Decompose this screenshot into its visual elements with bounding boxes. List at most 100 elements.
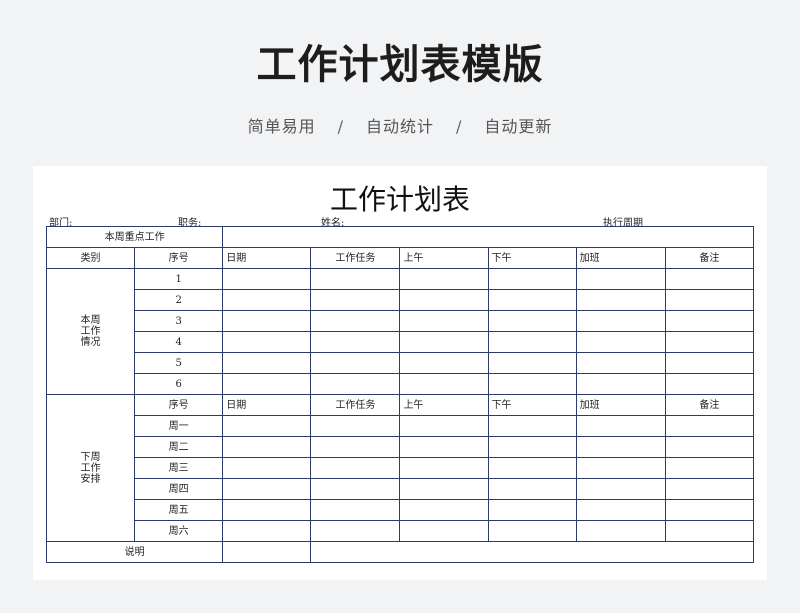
notes-row: 说明 <box>45 541 754 563</box>
header-row: 类别 序号 日期 工作任务 上午 下午 加班 备注 <box>45 247 755 269</box>
entry-cell[interactable] <box>399 520 489 542</box>
entry-cell[interactable] <box>399 310 489 332</box>
col-header-remarks: 备注 <box>664 394 755 416</box>
entry-cell[interactable] <box>222 436 312 458</box>
entry-cell[interactable] <box>222 331 312 353</box>
row-seq: 6 <box>134 373 224 395</box>
entry-cell[interactable] <box>310 289 401 311</box>
entry-cell[interactable] <box>399 478 489 500</box>
entry-cell[interactable] <box>222 499 312 521</box>
entry-cell[interactable] <box>664 352 755 374</box>
entry-cell[interactable] <box>575 352 666 374</box>
key-work-cell[interactable] <box>222 226 754 248</box>
entry-cell[interactable] <box>222 520 312 542</box>
entry-cell[interactable] <box>310 478 401 500</box>
table-row: 6 <box>47 373 755 395</box>
entry-cell[interactable] <box>222 310 312 332</box>
entry-cell[interactable] <box>310 331 401 353</box>
entry-cell[interactable] <box>664 520 755 542</box>
entry-cell[interactable] <box>575 310 666 332</box>
entry-cell[interactable] <box>222 457 312 479</box>
entry-cell[interactable] <box>399 352 489 374</box>
category-label-line: 下周 <box>80 451 101 463</box>
table-row: 周三 <box>47 457 755 479</box>
entry-cell[interactable] <box>310 352 401 374</box>
row-weekday: 周二 <box>134 436 224 458</box>
entry-cell[interactable] <box>399 289 489 311</box>
table-row: 周四 <box>47 478 755 500</box>
entry-cell[interactable] <box>222 268 312 290</box>
entry-cell[interactable] <box>399 268 489 290</box>
entry-cell[interactable] <box>664 331 755 353</box>
entry-cell[interactable] <box>487 457 577 479</box>
col-header-morning: 上午 <box>399 394 489 416</box>
entry-cell[interactable] <box>222 289 312 311</box>
entry-cell[interactable] <box>310 373 401 395</box>
entry-cell[interactable] <box>575 289 666 311</box>
category-label-line: 本周 <box>80 315 101 326</box>
entry-cell[interactable] <box>310 415 401 437</box>
entry-cell[interactable] <box>399 415 489 437</box>
entry-cell[interactable] <box>664 289 755 311</box>
entry-cell[interactable] <box>310 520 401 542</box>
entry-cell[interactable] <box>487 331 577 353</box>
entry-cell[interactable] <box>575 436 666 458</box>
row-seq: 3 <box>134 310 224 332</box>
entry-cell[interactable] <box>399 457 489 479</box>
entry-cell[interactable] <box>222 478 312 500</box>
entry-cell[interactable] <box>487 415 577 437</box>
row-weekday: 周三 <box>134 457 224 479</box>
entry-cell[interactable] <box>487 310 577 332</box>
next-week-category: 下周 工作 安排 <box>45 394 136 542</box>
entry-cell[interactable] <box>664 415 755 437</box>
entry-cell[interactable] <box>487 373 577 395</box>
entry-cell[interactable] <box>664 436 755 458</box>
key-work-label: 本周重点工作 <box>45 226 224 248</box>
col-header-remarks: 备注 <box>664 247 755 269</box>
col-header-afternoon: 下午 <box>487 394 577 416</box>
notes-spacer-cell[interactable] <box>222 541 312 563</box>
entry-cell[interactable] <box>487 268 577 290</box>
entry-cell[interactable] <box>222 373 312 395</box>
plan-table: 本周重点工作 类别 序号 日期 工作任务 上午 下午 加班 备注 本周 工作 情况 1… <box>45 226 755 563</box>
entry-cell[interactable] <box>487 478 577 500</box>
feature-tagline: 简单易用 / 自动统计 / 自动更新 <box>0 113 800 137</box>
entry-cell[interactable] <box>399 373 489 395</box>
entry-cell[interactable] <box>487 289 577 311</box>
entry-cell[interactable] <box>222 352 312 374</box>
entry-cell[interactable] <box>222 415 312 437</box>
row-seq: 1 <box>134 268 224 290</box>
entry-cell[interactable] <box>664 310 755 332</box>
category-label-line: 情况 <box>80 337 101 348</box>
entry-cell[interactable] <box>575 499 666 521</box>
entry-cell[interactable] <box>575 268 666 290</box>
entry-cell[interactable] <box>399 436 489 458</box>
entry-cell[interactable] <box>575 373 666 395</box>
separator: / <box>337 117 344 136</box>
notes-cell[interactable] <box>310 541 754 563</box>
entry-cell[interactable] <box>487 499 577 521</box>
table-row: 本周 工作 情况 1 <box>45 268 755 395</box>
entry-cell[interactable] <box>487 352 577 374</box>
entry-cell[interactable] <box>310 310 401 332</box>
entry-cell[interactable] <box>575 520 666 542</box>
entry-cell[interactable] <box>575 478 666 500</box>
entry-cell[interactable] <box>664 499 755 521</box>
table-row: 周二 <box>47 436 755 458</box>
entry-cell[interactable] <box>575 331 666 353</box>
entry-cell[interactable] <box>310 499 401 521</box>
entry-cell[interactable] <box>487 436 577 458</box>
entry-cell[interactable] <box>664 478 755 500</box>
entry-cell[interactable] <box>487 520 577 542</box>
entry-cell[interactable] <box>310 457 401 479</box>
entry-cell[interactable] <box>664 373 755 395</box>
entry-cell[interactable] <box>575 415 666 437</box>
entry-cell[interactable] <box>664 457 755 479</box>
separator: / <box>456 117 463 136</box>
entry-cell[interactable] <box>399 331 489 353</box>
entry-cell[interactable] <box>310 436 401 458</box>
entry-cell[interactable] <box>399 499 489 521</box>
entry-cell[interactable] <box>575 457 666 479</box>
entry-cell[interactable] <box>664 268 755 290</box>
entry-cell[interactable] <box>310 268 401 290</box>
